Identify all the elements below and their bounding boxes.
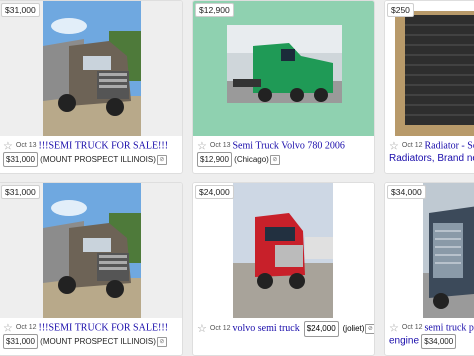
post-date: Oct 12 [209, 325, 231, 332]
listing-title-link[interactable]: semi truck pit [425, 322, 474, 333]
listing-title-continued[interactable]: engine [389, 336, 419, 347]
listing-card[interactable]: $12,900 ☆ Oct 13 Semi Truck Volvo 780 2006… [192, 0, 375, 174]
truck-image [0, 1, 182, 136]
listing-thumbnail[interactable]: $34,000 [385, 183, 474, 318]
hide-listing-icon[interactable]: ⊘ [365, 324, 374, 334]
listing-card[interactable]: $31,000 ☆ Oct 12 !!!SEMI TRUCK FOR SALE!!!… [0, 182, 183, 356]
post-date: Oct 13 [15, 142, 37, 150]
listing-location: (joliet) [342, 324, 365, 333]
listing-location: (MOUNT PROSPECT ILLINOIS) [40, 337, 156, 346]
price-tag: $34,000 [421, 334, 457, 349]
listing-title-continued[interactable]: Radiators, Brand new [389, 153, 474, 164]
listing-thumbnail[interactable]: $250 [385, 1, 474, 136]
price-badge: $31,000 [1, 3, 40, 17]
listing-location: (MOUNT PROSPECT ILLINOIS) [40, 155, 156, 164]
hide-listing-icon[interactable]: ⊘ [269, 154, 280, 165]
price-badge: $12,900 [195, 3, 234, 17]
favorite-star-icon[interactable]: ☆ [3, 322, 13, 334]
hide-listing-icon[interactable]: ⊘ [156, 154, 167, 165]
listing-title-link[interactable]: !!!SEMI TRUCK FOR SALE!!! [39, 322, 169, 333]
listing-title-link[interactable]: !!!SEMI TRUCK FOR SALE!!! [39, 140, 169, 151]
price-badge: $31,000 [1, 185, 40, 199]
truck-image [385, 183, 474, 318]
listing-title-link[interactable]: Semi Truck Volvo 780 2006 [233, 140, 345, 151]
listing-title-link[interactable]: volvo semi truck [233, 323, 300, 334]
listing-card[interactable]: $24,000 ☆ Oct 12 volvo semi truck $24,000 … [192, 182, 375, 356]
listing-location: (Chicago) [234, 155, 269, 164]
hide-listing-icon[interactable]: ⊘ [156, 336, 167, 347]
price-badge: $34,000 [387, 185, 426, 199]
favorite-star-icon[interactable]: ☆ [197, 323, 207, 335]
price-tag: $12,900 [197, 152, 232, 167]
price-badge: $24,000 [195, 185, 234, 199]
price-tag: $31,000 [3, 334, 38, 349]
listing-thumbnail[interactable]: $31,000 [0, 183, 182, 318]
post-date: Oct 13 [209, 142, 231, 150]
favorite-star-icon[interactable]: ☆ [389, 322, 399, 334]
listing-thumbnail[interactable]: $31,000 [0, 1, 182, 136]
favorite-star-icon[interactable]: ☆ [197, 140, 207, 152]
price-tag: $24,000 [303, 321, 339, 337]
listing-card[interactable]: $31,000 ☆ Oct 13 !!!SEMI TRUCK FOR SALE!!!… [0, 0, 183, 174]
listing-title-link[interactable]: Radiator - Se [425, 140, 474, 151]
truck-image [193, 183, 374, 318]
listing-thumbnail[interactable]: $24,000 [193, 183, 374, 318]
favorite-star-icon[interactable]: ☆ [3, 140, 13, 152]
truck-image [193, 1, 374, 136]
favorite-star-icon[interactable]: ☆ [389, 140, 399, 152]
post-date: Oct 12 [401, 324, 423, 332]
listing-card[interactable]: $250 ☆ Oct 12 Radiator - Se Radiators, Bra… [384, 0, 474, 174]
post-date: Oct 12 [401, 142, 423, 150]
listing-card[interactable]: $34,000 ☆ Oct 12 semi truck pit engine $34… [384, 182, 474, 356]
truck-image [0, 183, 182, 318]
post-date: Oct 12 [15, 324, 37, 332]
listing-thumbnail[interactable]: $12,900 [193, 1, 374, 136]
price-tag: $31,000 [3, 152, 38, 167]
price-badge: $250 [387, 3, 414, 17]
radiator-image [385, 1, 474, 136]
